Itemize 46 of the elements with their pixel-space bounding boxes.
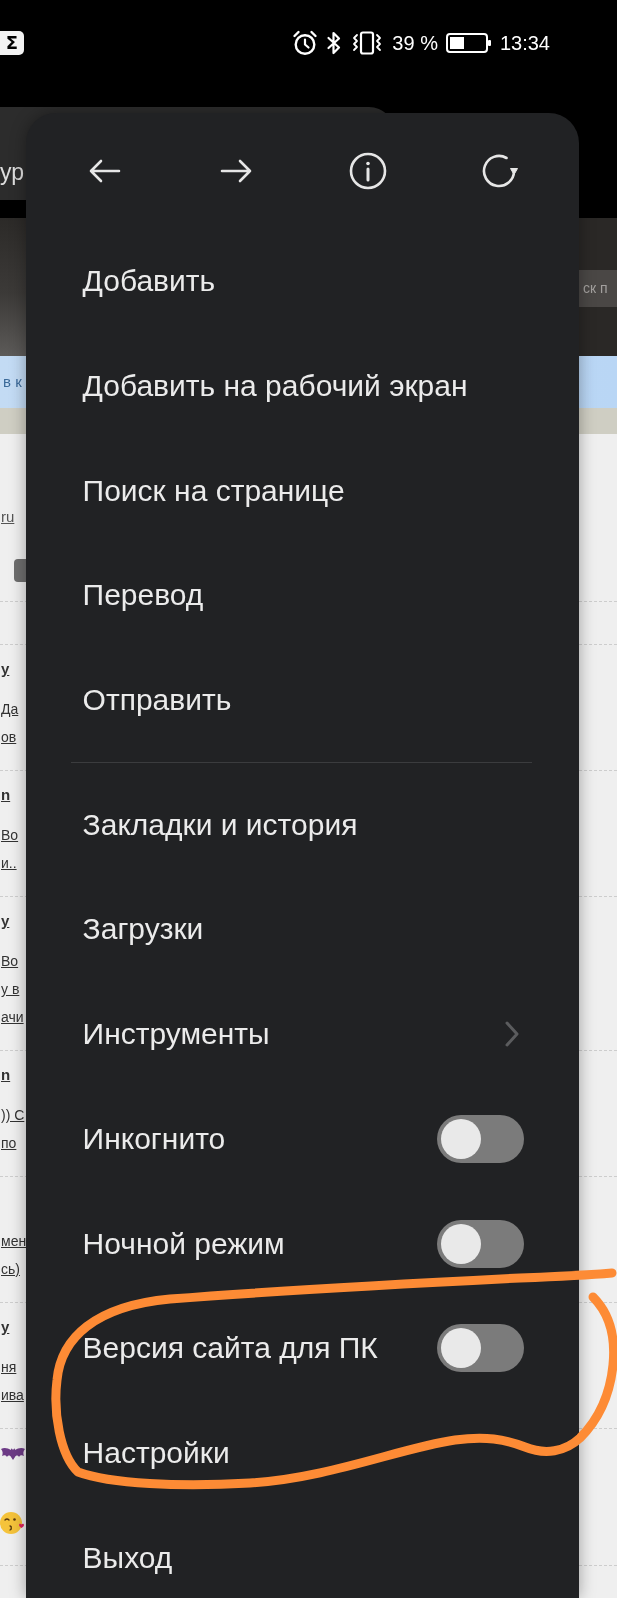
menu-item[interactable]: Закладки и история	[82, 806, 358, 843]
menu-item[interactable]: Инкогнито	[82, 1120, 226, 1157]
chevron-right-icon	[504, 1020, 520, 1049]
comment-link[interactable]: Во	[1, 947, 19, 975]
menu-item[interactable]: Ночной режим	[82, 1225, 285, 1262]
menu-item[interactable]: Добавить на рабочий экран	[82, 368, 468, 405]
comment-link[interactable]: Во	[1, 821, 19, 849]
comment-link[interactable]: мен	[1, 1227, 27, 1255]
comment-link[interactable]: и..	[1, 849, 17, 877]
site-link[interactable]: ru	[0, 506, 15, 528]
search-field[interactable]: ск п	[579, 270, 617, 307]
menu-item[interactable]: Инструменты	[82, 1016, 270, 1053]
comment-link[interactable]: по	[1, 1129, 17, 1157]
username-link[interactable]: y	[1, 911, 10, 931]
menu-item[interactable]: Настройки	[82, 1434, 230, 1471]
page-button[interactable]	[14, 559, 26, 582]
menu-item[interactable]: Загрузки	[82, 911, 204, 948]
username-link[interactable]: n	[1, 1065, 11, 1085]
clock-time: 13:34	[499, 31, 550, 56]
sigma-icon: Σ	[0, 31, 24, 55]
menu-item[interactable]: Выход	[82, 1539, 173, 1576]
battery-percent: 39 %	[392, 31, 438, 56]
menu-item[interactable]: Поиск на странице	[82, 472, 345, 509]
menu-item[interactable]: Добавить	[82, 263, 216, 300]
menu-item[interactable]: Отправить	[82, 682, 232, 719]
comment-link[interactable]: сь)	[1, 1255, 20, 1283]
kissing-face-icon	[0, 1511, 24, 1535]
menu-item[interactable]: Перевод	[82, 577, 204, 614]
username-link[interactable]: y	[1, 1317, 10, 1337]
comment-link[interactable]: Да	[1, 695, 19, 723]
comment-link[interactable]: )) С	[1, 1101, 25, 1129]
toggle-switch[interactable]	[437, 1219, 524, 1268]
comment-link[interactable]: ачи	[1, 1003, 24, 1031]
alarm-clock-icon	[292, 30, 319, 56]
comment-link[interactable]: ня	[1, 1353, 17, 1381]
bluetooth-icon	[326, 30, 343, 56]
info-icon	[347, 151, 388, 191]
battery-icon	[445, 32, 492, 54]
username-link[interactable]: n	[1, 785, 11, 805]
comment-link[interactable]: ива	[1, 1381, 24, 1409]
username-link[interactable]: y	[1, 659, 10, 679]
toggle-switch[interactable]	[437, 1324, 524, 1373]
comment-link[interactable]: у в	[1, 975, 20, 1003]
toggle-switch[interactable]	[437, 1114, 524, 1163]
comment-link[interactable]: ов	[1, 723, 17, 751]
menu-item[interactable]: Версия сайта для ПК	[82, 1330, 378, 1367]
